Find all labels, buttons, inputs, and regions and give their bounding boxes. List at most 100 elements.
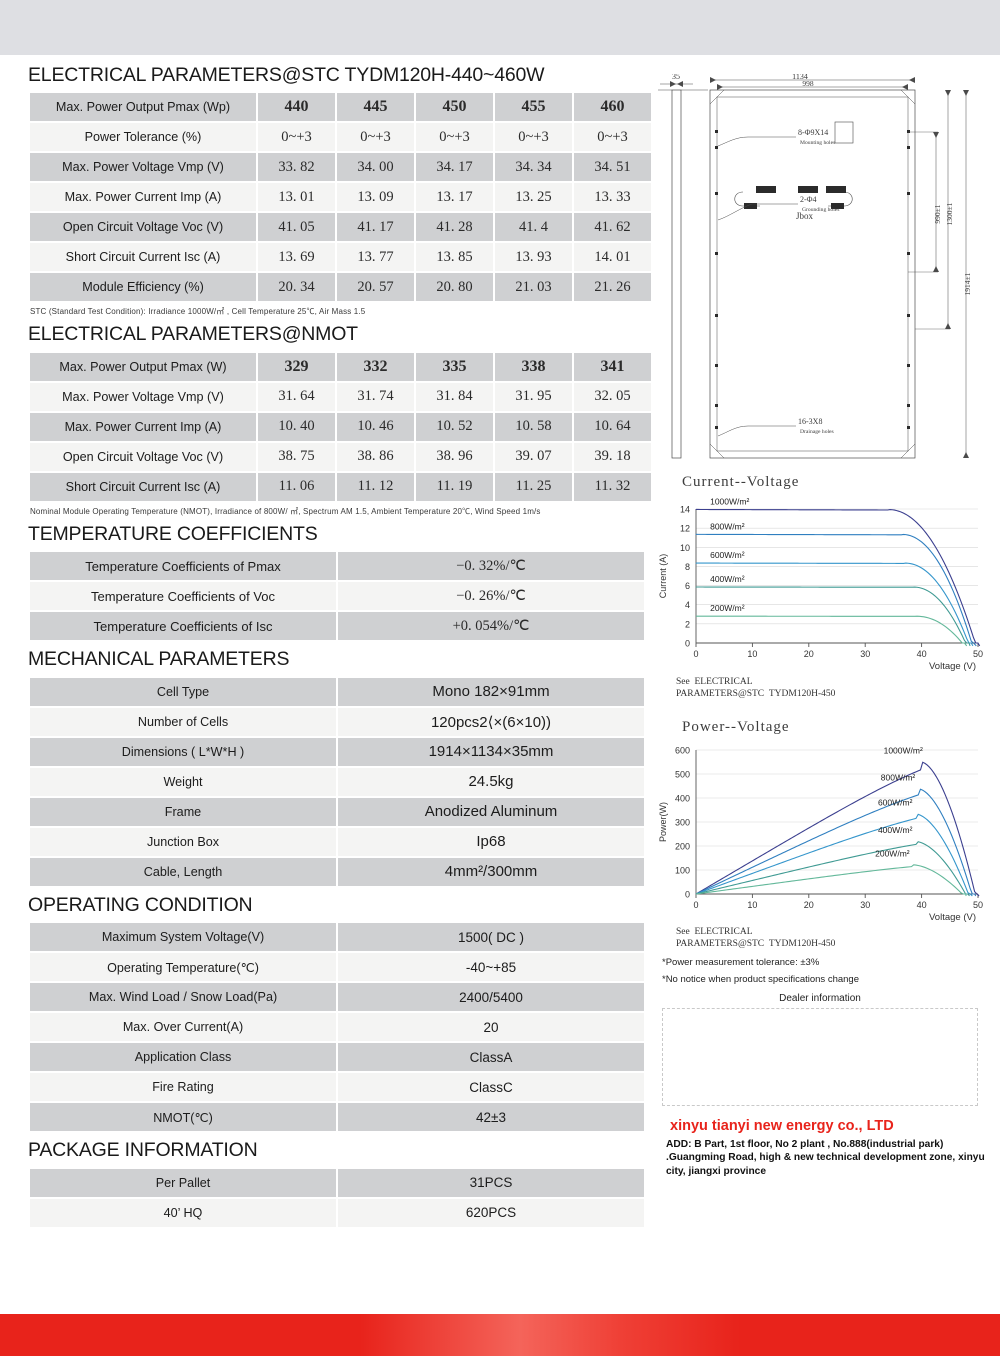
table-row: NMOT(℃) 42±3 — [30, 1103, 644, 1132]
row-label: Power Tolerance (%) — [30, 123, 256, 152]
row-value: 11. 19 — [416, 472, 493, 501]
label-grounding-holes: 2-Φ4 — [800, 195, 817, 204]
row-value: ClassC — [338, 1073, 644, 1102]
table-row: 40’ HQ 620PCS — [30, 1198, 644, 1227]
row-value: 0~+3 — [416, 123, 493, 152]
row-label: Cable, Length — [30, 857, 336, 886]
bottom-red-band — [0, 1314, 1000, 1356]
x-tick-label: 30 — [860, 900, 870, 910]
pv-chart-title: Power--Voltage — [682, 718, 790, 735]
table-row: Dimensions ( L*W*H ) 1914×1134×35mm — [30, 737, 644, 766]
row-value: 13. 77 — [337, 243, 414, 272]
row-value: −0. 26%/℃ — [338, 582, 644, 611]
row-value: 460 — [574, 93, 651, 122]
row-label: Max. Power Voltage Vmp (V) — [30, 382, 256, 411]
y-tick-label: 300 — [675, 817, 690, 827]
row-value: 332 — [337, 352, 414, 381]
series-curve — [695, 788, 977, 896]
spec-change-note: *No notice when product specifications c… — [662, 973, 859, 985]
row-label: Per Pallet — [30, 1168, 336, 1197]
right-column: 35 1134 998 8-Φ9X14 Mounting holes 2-Φ4 … — [648, 64, 992, 1179]
row-label: Maximum System Voltage(V) — [30, 923, 336, 952]
row-value: 13. 01 — [258, 183, 335, 212]
table-row: Max. Power Current Imp (A) 13. 01 13. 09 13… — [30, 183, 651, 212]
row-value: 2400/5400 — [338, 983, 644, 1012]
y-axis-label: Current (A) — [658, 554, 668, 599]
series-curve — [696, 615, 968, 647]
row-value: 0~+3 — [258, 123, 335, 152]
table-row: Weight 24.5kg — [30, 767, 644, 796]
x-tick-label: 50 — [973, 649, 983, 659]
dim-width-inner: 998 — [802, 79, 814, 88]
row-value: 20. 34 — [258, 273, 335, 302]
row-label: Module Efficiency (%) — [30, 273, 256, 302]
label-mounting-holes: 8-Φ9X14 — [798, 128, 828, 137]
table-row: Cable, Length 4mm²/300mm — [30, 857, 644, 886]
table-row: Maximum System Voltage(V) 1500( DC ) — [30, 923, 644, 952]
x-tick-label: 0 — [693, 900, 698, 910]
row-label: Temperature Coefficients of Isc — [30, 612, 336, 641]
row-label: Weight — [30, 767, 336, 796]
row-value: 42±3 — [338, 1103, 644, 1132]
row-label: Cell Type — [30, 677, 336, 706]
stc-note: STC (Standard Test Condition): Irradianc… — [30, 307, 366, 317]
row-value: 0~+3 — [495, 123, 572, 152]
row-value: 31. 84 — [416, 382, 493, 411]
series-label: 400W/m² — [710, 574, 745, 584]
row-value: 21. 03 — [495, 273, 572, 302]
y-tick-label: 2 — [685, 619, 690, 629]
temperature-heading: TEMPERATURE COEFFICIENTS — [28, 522, 318, 545]
row-value: 34. 51 — [574, 153, 651, 182]
table-row: Max. Power Voltage Vmp (V) 33. 82 34. 00 34… — [30, 153, 651, 182]
row-label: Short Circuit Current Isc (A) — [30, 243, 256, 272]
table-row: Temperature Coefficients of Isc +0. 054%/… — [30, 612, 644, 641]
row-label: Application Class — [30, 1043, 336, 1072]
row-value: 24.5kg — [338, 767, 644, 796]
x-tick-label: 20 — [804, 649, 814, 659]
table-row: Frame Anodized Aluminum — [30, 797, 644, 826]
table-row: Power Tolerance (%) 0~+3 0~+3 0~+3 0~+3 0~+3 — [30, 123, 651, 152]
table-row: Max. Over Current(A) 20 — [30, 1013, 644, 1042]
row-value: 10. 52 — [416, 412, 493, 441]
row-value: 38. 86 — [337, 442, 414, 471]
y-tick-label: 14 — [680, 505, 690, 515]
series-label: 1000W/m² — [710, 496, 749, 506]
row-value: 11. 32 — [574, 472, 651, 501]
series-label: 1000W/m² — [884, 745, 923, 755]
row-label: Open Circuit Voltage Voc (V) — [30, 213, 256, 242]
row-value: 10. 64 — [574, 412, 651, 441]
row-label: Max. Power Output Pmax (Wp) — [30, 93, 256, 122]
series-curve — [695, 864, 967, 896]
dim-1914: 1914±1 — [963, 272, 972, 295]
iv-chart: Current--Voltage 0 2 4 6 8 10 12 14 0 10 20 30 40 50 C… — [648, 474, 992, 701]
label-mounting-holes-sub: Mounting holes — [800, 140, 835, 146]
dealer-information-title: Dealer information — [779, 992, 861, 1004]
series-label: 800W/m² — [881, 772, 916, 782]
row-value: 32. 05 — [574, 382, 651, 411]
row-value: 20 — [338, 1013, 644, 1042]
label-drainage-holes: 16-3X8 — [798, 417, 822, 426]
company-address: ADD: B Part, 1st floor, No 2 plant , No.… — [666, 1138, 985, 1178]
table-row: Temperature Coefficients of Pmax −0. 32%/… — [30, 552, 644, 581]
row-value: 13. 69 — [258, 243, 335, 272]
y-tick-label: 4 — [685, 600, 690, 610]
label-jbox: Jbox — [796, 211, 814, 221]
row-label: Max. Power Current Imp (A) — [30, 412, 256, 441]
row-value: 1500( DC ) — [338, 923, 644, 952]
row-label: NMOT(℃) — [30, 1103, 336, 1132]
row-label: Temperature Coefficients of Pmax — [30, 552, 336, 581]
row-label: Short Circuit Current Isc (A) — [30, 472, 256, 501]
table-row: Open Circuit Voltage Voc (V) 41. 05 41. 17… — [30, 213, 651, 242]
row-value: 445 — [337, 93, 414, 122]
table-row: Short Circuit Current Isc (A) 13. 69 13. 7… — [30, 243, 651, 272]
row-value: 14. 01 — [574, 243, 651, 272]
top-band — [0, 0, 1000, 55]
row-value: 39. 07 — [495, 442, 572, 471]
series-label: 200W/m² — [875, 848, 910, 858]
row-value: 39. 18 — [574, 442, 651, 471]
x-tick-label: 30 — [860, 649, 870, 659]
row-value: 450 — [416, 93, 493, 122]
dealer-information-box[interactable] — [662, 1007, 978, 1106]
row-label: Number of Cells — [30, 707, 336, 736]
row-value: 41. 28 — [416, 213, 493, 242]
